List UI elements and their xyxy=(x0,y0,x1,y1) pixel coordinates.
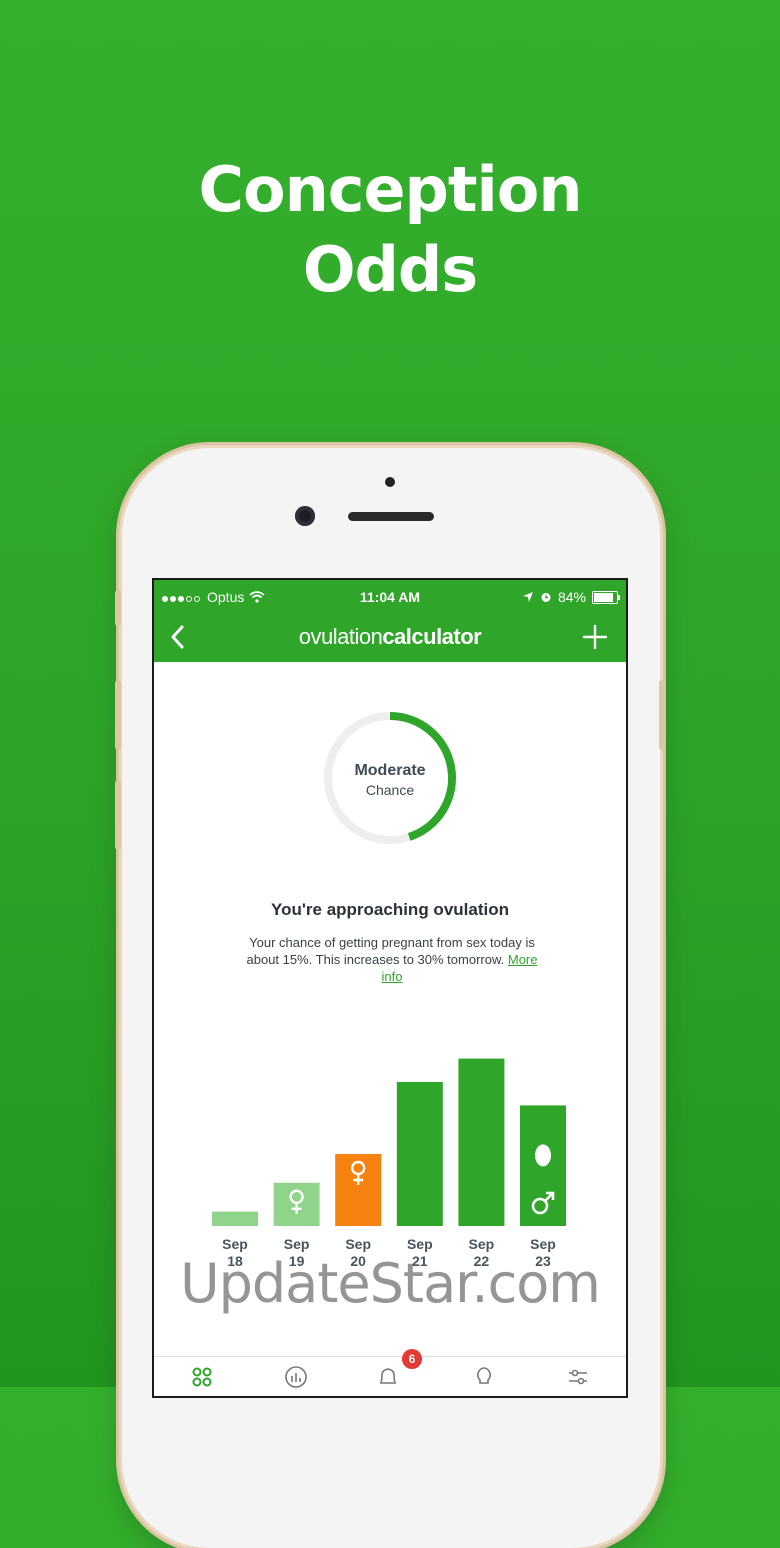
tab-bell-icon xyxy=(379,1368,397,1384)
headline-line-2: Odds xyxy=(302,233,478,306)
chart-x-label-part: Sep xyxy=(406,1236,433,1252)
phone-volume-up xyxy=(115,680,121,750)
tab-dashboard-icon[interactable] xyxy=(190,1365,214,1389)
status-bar: Optus 11:04 AM 84% xyxy=(154,580,626,614)
chance-label-line-1: Moderate xyxy=(354,762,426,779)
chart-bar-sep-18 xyxy=(212,1211,258,1226)
battery-percent: 84% xyxy=(557,589,586,605)
phone-mute-switch xyxy=(115,590,121,626)
chart-x-label-part: Sep xyxy=(468,1236,495,1252)
tab-reminders[interactable]: 6 xyxy=(374,1349,434,1396)
egg-icon xyxy=(535,1144,551,1167)
location-icon xyxy=(522,592,533,602)
chart-x-label-part: Sep xyxy=(283,1236,310,1252)
chart-x-label-part: Sep xyxy=(222,1236,248,1252)
tab-tips-bulb-icon[interactable] xyxy=(472,1365,496,1389)
ovulation-description: Your chance of getting pregnant from sex… xyxy=(242,934,542,985)
chart-x-label-part: Sep xyxy=(530,1236,556,1252)
chart-bar-sep-22 xyxy=(458,1058,505,1226)
tab-bar: 6 xyxy=(154,1349,626,1396)
app-logo: ovulationcalculator xyxy=(154,624,626,650)
chart-bar-sep-21 xyxy=(396,1082,443,1226)
add-plus-icon[interactable] xyxy=(580,622,610,652)
nav-bar: ovulationcalculator xyxy=(154,614,626,662)
battery-icon xyxy=(592,590,620,604)
phone-power-button xyxy=(659,680,665,750)
alarm-icon xyxy=(541,593,551,602)
chance-label: Moderate Chance xyxy=(322,762,458,798)
notification-badge: 6 xyxy=(402,1349,422,1369)
ovulation-heading: You're approaching ovulation xyxy=(271,900,509,919)
tab-chart-icon[interactable] xyxy=(284,1365,308,1389)
phone-sensor xyxy=(385,477,395,487)
chance-label-line-2: Chance xyxy=(365,782,415,798)
chart-x-label-part: Sep xyxy=(345,1236,372,1252)
chart-bar-sep-20 xyxy=(335,1154,382,1226)
phone-speaker xyxy=(348,512,434,521)
promo-headline: Conception Odds xyxy=(0,150,780,310)
logo-bold-text: calculator xyxy=(382,624,482,649)
phone-volume-down xyxy=(115,780,121,850)
description-text: Your chance of getting pregnant from sex… xyxy=(246,935,535,967)
watermark: UpdateStar.com xyxy=(180,1252,601,1315)
tab-settings-sliders-icon[interactable] xyxy=(566,1365,590,1389)
headline-line-1: Conception xyxy=(198,153,582,226)
logo-light-text: ovulation xyxy=(298,624,383,649)
phone-front-camera xyxy=(295,506,315,526)
